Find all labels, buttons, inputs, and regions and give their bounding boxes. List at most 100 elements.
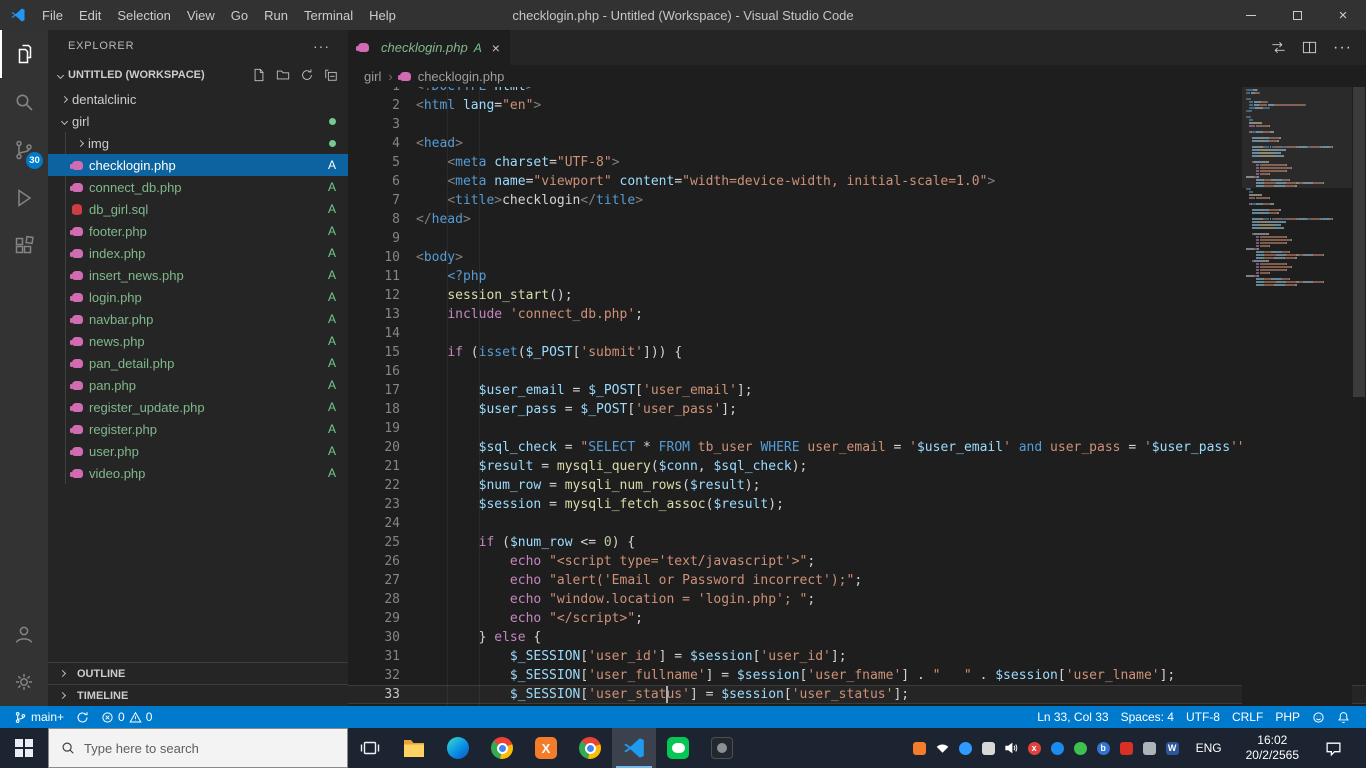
taskbar-search-box[interactable] [48,728,348,768]
code-line-6[interactable]: 6 <meta name="viewport" content="width=d… [348,172,1366,191]
tree-item-navbar-php[interactable]: navbar.php A [48,308,348,330]
language-indicator[interactable]: ENG [1188,741,1230,755]
tree-item-pan_detail-php[interactable]: pan_detail.php A [48,352,348,374]
breadcrumb-file[interactable]: checklogin.php [418,69,505,84]
search-activity-button[interactable] [0,78,48,126]
code-line-7[interactable]: 7 <title>checklogin</title> [348,191,1366,210]
code-line-11[interactable]: 11 <?php [348,267,1366,286]
code-line-8[interactable]: 8 </head> [348,210,1366,229]
tree-item-pan-php[interactable]: pan.php A [48,374,348,396]
tree-item-girl[interactable]: girl [48,110,348,132]
split-editor-icon[interactable] [1302,40,1317,55]
code-line-3[interactable]: 3 [348,115,1366,134]
tree-item-connect_db-php[interactable]: connect_db.php A [48,176,348,198]
breadcrumb-folder[interactable]: girl [364,69,381,84]
taskbar-app-chrome[interactable] [480,728,524,768]
task-view-button[interactable] [348,728,392,768]
tray-gray-app-icon[interactable] [1142,741,1157,756]
code-line-19[interactable]: 19 [348,419,1366,438]
encoding[interactable]: UTF-8 [1180,710,1226,724]
eol-sequence[interactable]: CRLF [1226,710,1269,724]
source-control-activity-button[interactable]: 30 [0,126,48,174]
code-line-27[interactable]: 27 echo "alert('Email or Password incorr… [348,571,1366,590]
tree-item-checklogin-php[interactable]: checklogin.php A [48,154,348,176]
sync-status[interactable] [70,706,95,728]
tray-bluetooth-icon[interactable]: b [1096,741,1111,756]
code-line-18[interactable]: 18 $user_pass = $_POST['user_pass']; [348,400,1366,419]
minimap[interactable] [1242,87,1352,706]
clock[interactable]: 16:02 20/2/2565 [1238,733,1307,763]
menu-item-view[interactable]: View [179,0,223,30]
code-line-24[interactable]: 24 [348,514,1366,533]
code-line-16[interactable]: 16 [348,362,1366,381]
code-line-33[interactable]: 33 $_SESSION['user_status'] = $session['… [348,685,1366,704]
taskbar-app-edge[interactable] [436,728,480,768]
code-line-2[interactable]: 2 <html lang="en"> [348,96,1366,115]
workspace-section-header[interactable]: UNTITLED (WORKSPACE) [48,62,348,88]
new-folder-icon[interactable] [276,68,290,82]
code-line-12[interactable]: 12 session_start(); [348,286,1366,305]
code-line-22[interactable]: 22 $num_row = mysqli_num_rows($result); [348,476,1366,495]
code-line-20[interactable]: 20 $sql_check = "SELECT * FROM tb_user W… [348,438,1366,457]
explorer-more-actions-icon[interactable]: ··· [313,38,330,54]
code-line-9[interactable]: 9 [348,229,1366,248]
start-button[interactable] [0,728,48,768]
account-button[interactable] [0,610,48,658]
timeline-section-header[interactable]: TIMELINE [48,684,348,706]
taskbar-app-xampp[interactable]: X [524,728,568,768]
menu-item-selection[interactable]: Selection [109,0,178,30]
settings-button[interactable] [0,658,48,706]
close-button[interactable]: × [1320,0,1366,30]
collapse-all-icon[interactable] [324,68,338,82]
code-editor[interactable]: 1 <!DOCTYPE html> 2 <html lang="en"> 3 4 <head… [348,87,1366,706]
explorer-activity-button[interactable] [0,30,48,78]
more-actions-icon[interactable]: ··· [1333,39,1352,57]
taskbar-app-line[interactable] [656,728,700,768]
outline-section-header[interactable]: OUTLINE [48,662,348,684]
action-center-button[interactable] [1315,740,1351,757]
vertical-scrollbar[interactable] [1352,87,1366,706]
notifications-button[interactable] [1331,711,1356,724]
tree-item-news-php[interactable]: news.php A [48,330,348,352]
maximize-button[interactable] [1274,0,1320,30]
code-line-23[interactable]: 23 $session = mysqli_fetch_assoc($result… [348,495,1366,514]
language-mode[interactable]: PHP [1269,710,1306,724]
code-line-5[interactable]: 5 <meta charset="UTF-8"> [348,153,1366,172]
tree-item-register-php[interactable]: register.php A [48,418,348,440]
code-line-10[interactable]: 10 <body> [348,248,1366,267]
tray-word-icon[interactable]: W [1165,741,1180,756]
code-line-28[interactable]: 28 echo "window.location = 'login.php'; … [348,590,1366,609]
code-line-32[interactable]: 32 $_SESSION['user_fullname'] = $session… [348,666,1366,685]
code-line-17[interactable]: 17 $user_email = $_POST['user_email']; [348,381,1366,400]
tree-item-login-php[interactable]: login.php A [48,286,348,308]
tree-item-register_update-php[interactable]: register_update.php A [48,396,348,418]
code-line-4[interactable]: 4 <head> [348,134,1366,153]
taskbar-app-chrome-profile[interactable] [568,728,612,768]
tree-item-index-php[interactable]: index.php A [48,242,348,264]
git-branch-status[interactable]: main+ [8,706,70,728]
tray-wifi-icon[interactable] [935,741,950,756]
tray-teamviewer-icon[interactable] [1050,741,1065,756]
tree-item-dentalclinic[interactable]: dentalclinic [48,88,348,110]
tray-red-app-icon[interactable] [1119,741,1134,756]
tab-close-icon[interactable]: × [492,40,500,56]
tree-item-db_girl-sql[interactable]: db_girl.sql A [48,198,348,220]
tray-line-tray-icon[interactable] [1073,741,1088,756]
code-line-13[interactable]: 13 include 'connect_db.php'; [348,305,1366,324]
scrollbar-thumb[interactable] [1353,87,1365,397]
indentation[interactable]: Spaces: 4 [1115,710,1180,724]
run-debug-activity-button[interactable] [0,174,48,222]
tray-app-light-icon[interactable] [981,741,996,756]
feedback-button[interactable] [1306,711,1331,724]
tree-item-img[interactable]: img [48,132,348,154]
menu-item-file[interactable]: File [34,0,71,30]
code-line-15[interactable]: 15 if (isset($_POST['submit'])) { [348,343,1366,362]
tree-item-user-php[interactable]: user.php A [48,440,348,462]
code-line-26[interactable]: 26 echo "<script type='text/javascript'>… [348,552,1366,571]
refresh-icon[interactable] [300,68,314,82]
taskbar-app-file-explorer[interactable] [392,728,436,768]
menu-item-terminal[interactable]: Terminal [296,0,361,30]
extensions-activity-button[interactable] [0,222,48,270]
new-file-icon[interactable] [252,68,266,82]
problems-status[interactable]: 0 0 [95,706,158,728]
